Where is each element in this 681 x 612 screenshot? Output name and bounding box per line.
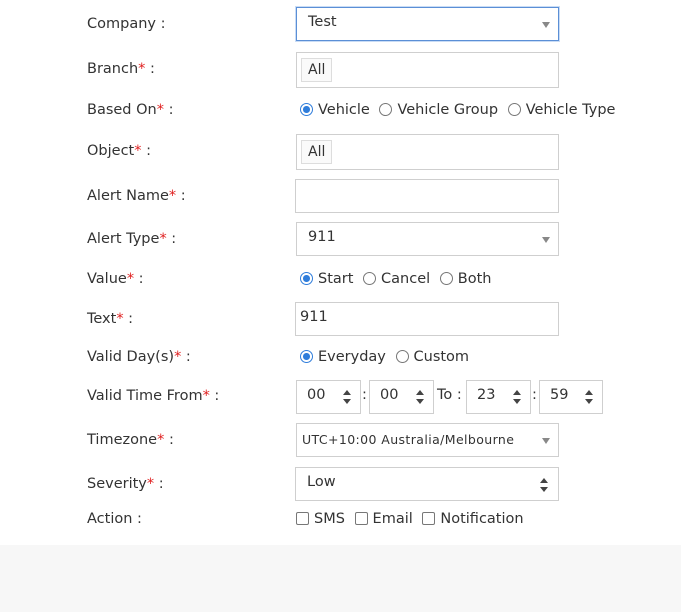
radio-unchecked-icon[interactable] [379,103,393,116]
severity-value: Low [307,474,336,490]
radio-unchecked-icon[interactable] [395,350,409,363]
stepper-arrows-icon[interactable] [513,389,522,405]
severity-label: Severity* : [87,476,164,492]
valid-days-label: Valid Day(s)* : [87,349,191,365]
from-hour-stepper[interactable]: 00 [296,380,361,414]
alert-name-input[interactable] [295,179,559,213]
radio-unchecked-icon[interactable] [439,272,453,285]
value-label: Value* : [87,271,144,287]
based-on-radio-group: Vehicle Vehicle Group Vehicle Type [300,102,620,118]
action-checkbox-group: SMS Email Notification [296,511,529,527]
select-arrows-icon [540,477,549,493]
radio-checked-icon[interactable] [300,272,313,285]
alert-type-select[interactable]: 911 [296,222,559,256]
object-label: Object* : [87,143,151,159]
checkbox-icon[interactable] [422,512,436,525]
chevron-down-icon [542,237,550,243]
radio-checked-icon[interactable] [300,103,313,116]
from-minute-stepper[interactable]: 00 [369,380,434,414]
checkbox-icon[interactable] [354,512,368,525]
radio-checked-icon[interactable] [300,350,313,363]
action-label: Action : [87,511,142,527]
stepper-arrows-icon[interactable] [416,389,425,405]
timezone-label: Timezone* : [87,432,174,448]
chevron-down-icon [542,22,550,28]
time-separator: : [532,387,537,403]
radio-unchecked-icon[interactable] [507,103,521,116]
based-on-label: Based On* : [87,102,174,118]
branch-label: Branch* : [87,61,155,77]
text-label: Text* : [87,311,134,327]
action-notification-checkbox[interactable]: Notification [422,511,524,527]
text-value: 911 [300,309,328,325]
object-tag-all[interactable]: All [301,140,333,164]
to-label: To : [437,387,462,403]
stepper-arrows-icon[interactable] [343,389,352,405]
based-on-vehicle-radio[interactable]: Vehicle [300,102,370,118]
valid-days-radio-group: Everyday Custom [300,349,474,365]
checkbox-icon[interactable] [296,512,309,525]
company-select[interactable]: Test [296,7,559,41]
value-radio-group: Start Cancel Both [300,271,496,287]
timezone-value: UTC+10:00 Australia/Melbourne [302,432,515,447]
value-cancel-radio[interactable]: Cancel [363,271,430,287]
radio-unchecked-icon[interactable] [363,272,377,285]
alert-type-label: Alert Type* : [87,231,177,247]
alert-type-value: 911 [308,229,336,245]
company-label: Company : [87,16,166,32]
severity-select[interactable]: Low [295,467,559,501]
valid-days-custom-radio[interactable]: Custom [395,349,469,365]
stepper-arrows-icon[interactable] [585,389,594,405]
action-email-checkbox[interactable]: Email [354,511,413,527]
branch-tag-all[interactable]: All [301,58,333,82]
value-start-radio[interactable]: Start [300,271,353,287]
valid-time-label: Valid Time From* : [87,388,220,404]
company-value: Test [308,14,337,30]
alert-name-label: Alert Name* : [87,188,186,204]
object-multiselect[interactable]: All [296,134,559,170]
valid-days-everyday-radio[interactable]: Everyday [300,349,386,365]
chevron-down-icon [542,438,550,444]
branch-multiselect[interactable]: All [296,52,559,88]
based-on-vehicle-group-radio[interactable]: Vehicle Group [379,102,498,118]
action-sms-checkbox[interactable]: SMS [296,511,345,527]
based-on-vehicle-type-radio[interactable]: Vehicle Type [507,102,615,118]
to-hour-stepper[interactable]: 23 [466,380,531,414]
value-both-radio[interactable]: Both [439,271,491,287]
time-separator: : [362,387,367,403]
text-input[interactable]: 911 [295,302,559,336]
to-minute-stepper[interactable]: 59 [539,380,603,414]
timezone-select[interactable]: UTC+10:00 Australia/Melbourne [296,423,559,457]
